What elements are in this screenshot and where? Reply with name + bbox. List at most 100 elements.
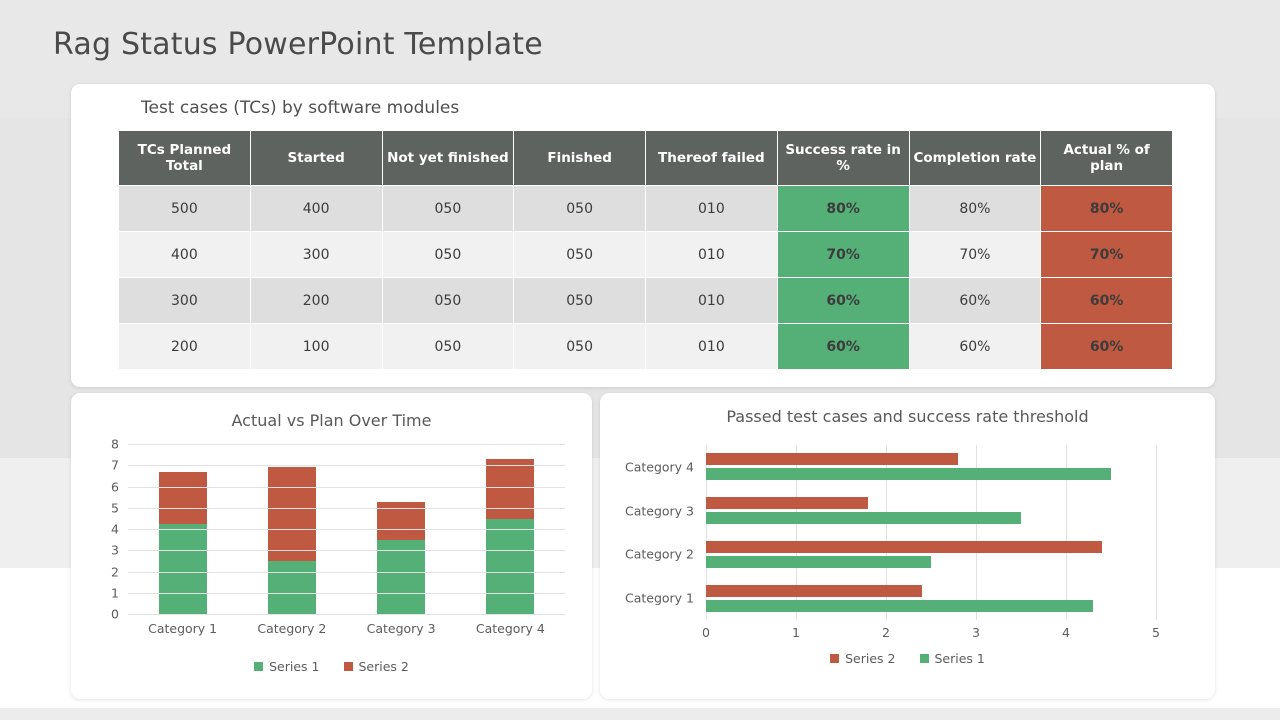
table-cell: 010 [646,324,777,369]
table-column-header: Thereof failed [646,131,777,185]
horizontal-bar-series-2 [706,585,922,597]
gridline [128,593,565,594]
bar-segment-series-2 [268,467,316,561]
x-axis-category-label: Category 3 [347,621,456,636]
passed-test-cases-legend: Series 2 Series 1 [600,651,1215,666]
y-axis-tick-label: 5 [111,500,119,515]
table-row: 30020005005001060%60%60% [119,278,1172,323]
table-cell: 010 [646,186,777,231]
gridline [128,614,565,615]
table-cell: 300 [119,278,250,323]
table-cell: 050 [514,278,645,323]
gridline [1156,445,1157,620]
x-axis-category-label: Category 4 [456,621,565,636]
table-cell: 200 [251,278,382,323]
y-axis-tick-label: 2 [111,564,119,579]
page-title: Rag Status PowerPoint Template [53,27,543,62]
legend-label: Series 2 [359,659,409,674]
table-cell: 500 [119,186,250,231]
actual-vs-plan-chart-card: Actual vs Plan Over Time 876543210 Categ… [71,393,592,699]
actual-vs-plan-legend: Series 1 Series 2 [71,659,592,674]
gridline [128,572,565,573]
table-cell: 050 [514,324,645,369]
table-cell: 050 [383,232,514,277]
horizontal-bar-series-1 [706,512,1021,524]
table-cell: 200 [119,324,250,369]
table-cell: 70% [910,232,1041,277]
y-axis-category-label: Category 2 [625,547,694,562]
legend-swatch-icon [920,654,929,663]
table-cell: 60% [778,324,909,369]
gridline [128,508,565,509]
legend-swatch-icon [254,662,263,671]
legend-item: Series 2 [830,651,895,666]
table-cell: 050 [514,232,645,277]
y-axis-tick-label: 0 [111,607,119,622]
y-axis-category-label: Category 3 [625,503,694,518]
y-axis-tick-label: 1 [111,585,119,600]
y-axis-tick-label: 8 [111,437,119,452]
x-axis-tick-label: 5 [1152,625,1160,640]
legend-item: Series 1 [254,659,319,674]
gridline [128,487,565,488]
background-band-bottom [0,708,1280,720]
table-column-header: Finished [514,131,645,185]
y-axis-tick-label: 7 [111,458,119,473]
x-axis-category-label: Category 2 [237,621,346,636]
horizontal-bar-series-2 [706,453,958,465]
chart-title-passed-test-cases: Passed test cases and success rate thres… [600,407,1215,426]
table-cell: 100 [251,324,382,369]
table-head: TCs Planned TotalStartedNot yet finished… [119,131,1172,185]
horizontal-bar-row: Category 4 [706,445,1156,489]
passed-test-cases-x-axis-labels: 012345 [706,625,1156,641]
table-cell: 60% [1041,324,1172,369]
table-cell: 050 [383,186,514,231]
y-axis-tick-label: 6 [111,479,119,494]
table-cell: 70% [1041,232,1172,277]
horizontal-bar-series-1 [706,468,1111,480]
y-axis-category-label: Category 1 [625,591,694,606]
gridline [128,465,565,466]
bar-segment-series-1 [486,519,534,614]
gridline [128,444,565,445]
x-axis-tick-label: 3 [972,625,980,640]
table-cell: 60% [910,278,1041,323]
table-cell: 400 [119,232,250,277]
table-column-header: Actual % of plan [1041,131,1172,185]
horizontal-bar-series-2 [706,541,1102,553]
y-axis-category-label: Category 4 [625,459,694,474]
bar-segment-series-2 [159,472,207,524]
bar-segment-series-1 [268,561,316,614]
table-cell: 80% [910,186,1041,231]
horizontal-bar-series-1 [706,556,931,568]
table-cell: 050 [383,278,514,323]
table-row: 50040005005001080%80%80% [119,186,1172,231]
horizontal-bar-row: Category 3 [706,489,1156,533]
horizontal-bar-row: Category 1 [706,576,1156,620]
table-row: 20010005005001060%60%60% [119,324,1172,369]
legend-swatch-icon [830,654,839,663]
legend-label: Series 2 [845,651,895,666]
table-column-header: TCs Planned Total [119,131,250,185]
table-body: 50040005005001080%80%80%4003000500500107… [119,186,1172,369]
table-row: 40030005005001070%70%70% [119,232,1172,277]
actual-vs-plan-plot-area: 876543210 [128,444,565,614]
legend-item: Series 2 [344,659,409,674]
table-cell: 010 [646,278,777,323]
table-cell: 80% [1041,186,1172,231]
table-header-row: TCs Planned TotalStartedNot yet finished… [119,131,1172,185]
x-axis-tick-label: 2 [882,625,890,640]
table-column-header: Completion rate [910,131,1041,185]
horizontal-bar-series-2 [706,497,868,509]
passed-test-cases-chart-card: Passed test cases and success rate thres… [600,393,1215,699]
gridline [128,529,565,530]
legend-swatch-icon [344,662,353,671]
table-column-header: Started [251,131,382,185]
table-card: Test cases (TCs) by software modules TCs… [71,84,1215,387]
test-cases-table: TCs Planned TotalStartedNot yet finished… [118,130,1173,370]
table-cell: 010 [646,232,777,277]
y-axis-tick-label: 4 [111,522,119,537]
table-column-header: Success rate in % [778,131,909,185]
bar-segment-series-1 [159,524,207,614]
legend-label: Series 1 [935,651,985,666]
